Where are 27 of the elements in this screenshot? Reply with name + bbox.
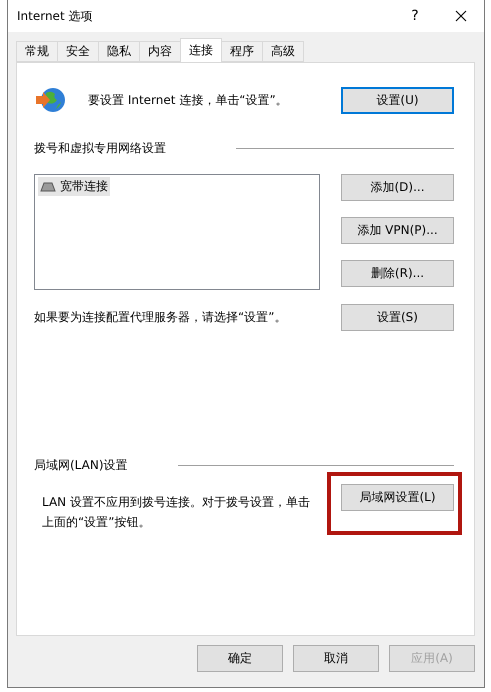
connection-list[interactable]: 宽带连接 (34, 174, 320, 290)
window-title: Internet 选项 (17, 8, 94, 24)
proxy-text: 如果要为连接配置代理服务器，请选择“设置”。 (34, 309, 288, 326)
connection-item[interactable]: 宽带连接 (38, 177, 110, 196)
help-button[interactable]: ? (392, 0, 438, 32)
setup-text: 要设置 Internet 连接，单击“设置”。 (88, 92, 289, 108)
dialog-button[interactable]: 确定 (197, 645, 283, 672)
modem-icon (40, 180, 56, 192)
section-heading: 局域网(LAN)设置 (34, 457, 128, 474)
globe-icon (34, 85, 68, 115)
connection-button[interactable]: 删除(R)... (341, 260, 454, 287)
tab[interactable]: 内容 (139, 41, 181, 62)
tab[interactable]: 常规 (16, 41, 58, 62)
lan-settings-button[interactable]: 局域网设置(L) (341, 484, 454, 511)
section-heading: 拨号和虚拟专用网络设置 (34, 140, 166, 157)
connection-button[interactable]: 添加 VPN(P)... (341, 217, 454, 244)
tab[interactable]: 连接 (180, 38, 222, 62)
lan-text: LAN 设置不应用到拨号连接。对于拨号设置，单击上面的“设置”按钮。 (41, 494, 311, 531)
tab[interactable]: 隐私 (98, 41, 140, 62)
connection-button[interactable]: 添加(D)... (341, 174, 454, 201)
tab[interactable]: 程序 (221, 41, 263, 62)
dialog-button[interactable]: 取消 (293, 645, 379, 672)
tab[interactable]: 高级 (262, 41, 304, 62)
proxy-settings-button[interactable]: 设置(S) (341, 304, 454, 331)
close-icon (455, 10, 467, 22)
tab[interactable]: 安全 (57, 41, 99, 62)
setup-button[interactable]: 设置(U) (341, 86, 454, 114)
